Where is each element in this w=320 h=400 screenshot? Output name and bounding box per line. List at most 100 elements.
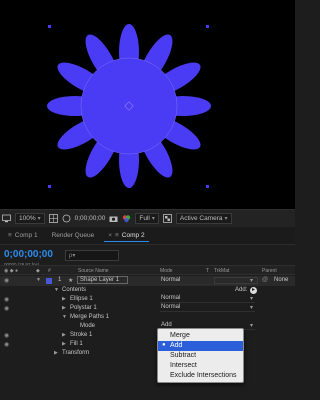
- expand-triangle-icon[interactable]: ▼: [54, 287, 59, 293]
- menu-item-add[interactable]: ● Add: [158, 341, 243, 351]
- item-label[interactable]: Fill 1: [70, 341, 83, 347]
- transform-label: Transform: [62, 350, 90, 356]
- shape-layer-preview[interactable]: [0, 0, 295, 209]
- zoom-select[interactable]: 100%: [15, 213, 45, 224]
- expand-triangle-icon[interactable]: ▶: [62, 341, 66, 347]
- content-item-polystar[interactable]: ◉ ▶ Polystar 1 Normal ▾: [0, 304, 295, 313]
- panel-tab-bar: ≡ Comp 1 Render Queue × ≡ Comp 2: [0, 227, 295, 245]
- handle-bottom-right: [206, 185, 209, 188]
- label-color-header: ◆: [36, 268, 40, 274]
- item-label[interactable]: Ellipse 1: [70, 296, 93, 302]
- column-parent[interactable]: Parent: [262, 268, 277, 274]
- chevron-down-icon: ▾: [249, 296, 253, 302]
- label-color-swatch[interactable]: [46, 278, 52, 284]
- viewer-toolbar: 100% 0;00;00;00 Full Active Camera: [0, 209, 295, 227]
- merge-mode-dropdown-menu: Merge ● Add Subtract Intersect Exclude I…: [157, 328, 244, 383]
- tab-comp-1[interactable]: ≡ Comp 1: [4, 230, 42, 241]
- column-mode[interactable]: Mode: [160, 268, 173, 274]
- current-time-display[interactable]: 0;00;00;00 00000 (29.97 fps): [4, 244, 53, 267]
- blend-mode-value: Normal: [161, 295, 181, 301]
- chevron-down-icon: ▾: [249, 323, 253, 329]
- av-switches-icon: ◉ ◆ ●: [4, 268, 19, 274]
- tab-comp-2[interactable]: × ≡ Comp 2: [104, 230, 149, 242]
- contents-row[interactable]: ▼ Contents Add: ▸: [0, 286, 295, 295]
- parent-value[interactable]: None: [274, 277, 288, 283]
- menu-item-intersect[interactable]: Intersect: [158, 361, 243, 371]
- expand-triangle-icon[interactable]: ▶: [62, 296, 66, 302]
- mask-icon[interactable]: [62, 214, 71, 223]
- add-label: Add:: [235, 287, 248, 293]
- eye-icon[interactable]: ◉: [4, 341, 9, 348]
- handle-top-left: [48, 25, 51, 28]
- handle-top: [128, 25, 131, 28]
- timeline-column-headers: ◉ ◆ ● ◆ # Source Name Mode T TrkMat Pare…: [0, 265, 295, 275]
- eye-icon[interactable]: ◉: [4, 296, 9, 303]
- blend-mode-value: Normal: [161, 304, 181, 310]
- layer-number: 1: [58, 277, 62, 283]
- tab-label: Comp 2: [121, 231, 145, 239]
- expand-triangle-icon[interactable]: ▼: [36, 277, 41, 283]
- chevron-down-icon: ▾: [249, 305, 253, 311]
- menu-item-label: Add: [170, 342, 183, 349]
- handle-bottom: [128, 185, 131, 188]
- column-trkmat[interactable]: TrkMat: [214, 268, 229, 274]
- column-source-name[interactable]: Source Name: [78, 268, 109, 274]
- expand-triangle-icon[interactable]: ▼: [62, 314, 67, 320]
- content-item-ellipse[interactable]: ◉ ▶ Ellipse 1 Normal ▾: [0, 295, 295, 304]
- layer-mode-value: Normal: [161, 277, 181, 283]
- property-label: Mode: [80, 323, 96, 329]
- menu-item-label: Merge: [170, 332, 190, 339]
- color-wheel-icon[interactable]: [122, 214, 131, 223]
- menu-item-subtract[interactable]: Subtract: [158, 351, 243, 361]
- column-number: #: [48, 268, 51, 274]
- add-button[interactable]: ▸: [250, 287, 257, 294]
- menu-item-exclude-intersections[interactable]: Exclude Intersections: [158, 371, 243, 381]
- menu-item-merge[interactable]: Merge: [158, 331, 243, 341]
- view-select[interactable]: Active Camera: [175, 213, 232, 224]
- column-t: T: [206, 268, 210, 274]
- expand-triangle-icon[interactable]: ▶: [54, 350, 58, 356]
- blend-mode-select[interactable]: Normal ▾: [160, 295, 255, 303]
- blend-mode-select[interactable]: Normal ▾: [160, 304, 255, 312]
- eye-icon[interactable]: ◉: [4, 332, 9, 339]
- camera-icon[interactable]: [109, 214, 118, 223]
- resolution-select[interactable]: Full: [135, 213, 159, 224]
- content-item-fill[interactable]: ◉ ▶ Fill 1: [0, 340, 295, 349]
- toolbar-timecode[interactable]: 0;00;00;00: [75, 215, 106, 222]
- tab-label: Render Queue: [51, 232, 95, 239]
- eye-icon[interactable]: ◉: [4, 305, 9, 312]
- star-icon: ★: [68, 278, 74, 284]
- contents-label: Contents: [62, 287, 87, 293]
- menu-icon[interactable]: ≡: [115, 232, 119, 239]
- layer-name[interactable]: Shape Layer 1: [77, 276, 129, 284]
- monitor-icon[interactable]: [2, 214, 11, 223]
- menu-item-label: Subtract: [170, 352, 197, 359]
- tab-render-queue[interactable]: Render Queue: [48, 230, 99, 241]
- menu-icon[interactable]: ≡: [8, 232, 12, 239]
- expand-triangle-icon[interactable]: ▶: [62, 332, 66, 338]
- eye-icon[interactable]: ◉: [4, 277, 9, 284]
- layer-search-input[interactable]: ρ▾: [64, 249, 119, 261]
- pickwhip-icon[interactable]: @: [262, 277, 268, 283]
- transform-row[interactable]: ▶ Transform: [0, 349, 295, 358]
- channels-icon[interactable]: [162, 214, 172, 223]
- composition-viewer[interactable]: [0, 0, 295, 209]
- item-label[interactable]: Merge Paths 1: [70, 314, 109, 320]
- handle-bottom-left: [48, 185, 51, 188]
- menu-item-label: Exclude Intersections: [170, 372, 237, 379]
- expand-triangle-icon[interactable]: ▶: [62, 305, 66, 311]
- handle-top-right: [206, 25, 209, 28]
- grid-icon[interactable]: [48, 214, 58, 223]
- tab-label: Comp 1: [14, 232, 38, 239]
- item-label[interactable]: Stroke 1: [70, 332, 92, 338]
- content-item-merge-paths[interactable]: ▼ Merge Paths 1: [0, 313, 295, 322]
- item-label[interactable]: Polystar 1: [70, 305, 97, 311]
- trkmat-select[interactable]: [214, 277, 258, 284]
- timeline-header: 0;00;00;00 00000 (29.97 fps) ρ▾: [0, 244, 295, 267]
- current-timecode[interactable]: 0;00;00;00: [4, 249, 53, 260]
- layer-row[interactable]: ◉ ▼ 1 ★ Shape Layer 1 Normal ▾ @ None: [0, 276, 295, 286]
- merge-mode-row[interactable]: Mode Add ▾: [0, 322, 295, 331]
- close-icon[interactable]: ×: [108, 232, 112, 239]
- content-item-stroke[interactable]: ◉ ▶ Stroke 1: [0, 331, 295, 340]
- menu-item-label: Intersect: [170, 362, 197, 369]
